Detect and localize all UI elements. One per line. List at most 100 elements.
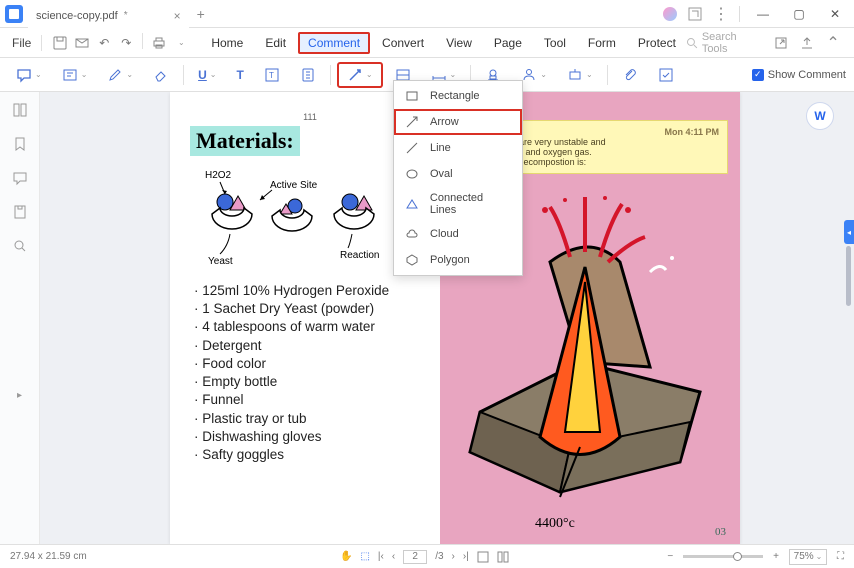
redo-icon[interactable]: ↷ <box>116 33 136 53</box>
eraser-tool[interactable] <box>145 64 177 86</box>
search-panel-icon[interactable] <box>10 236 30 256</box>
volcano-temp-label: 4400°c <box>535 516 575 532</box>
pencil-tool[interactable]: ⌄ <box>99 64 141 86</box>
page-number-br: 03 <box>715 526 726 538</box>
shapes-dropdown: Rectangle Arrow Line Oval Connected Line… <box>393 80 523 276</box>
close-window-button[interactable]: ✕ <box>822 1 848 27</box>
cloud-profile-icon[interactable] <box>663 7 677 21</box>
arrow-icon <box>404 114 420 130</box>
first-page-icon[interactable]: |‹ <box>378 551 384 562</box>
shape-line[interactable]: Line <box>394 135 522 161</box>
rail-expand-icon[interactable]: ▸ <box>17 390 22 401</box>
text-tool[interactable]: T <box>228 65 251 85</box>
search-tools[interactable]: Search Tools <box>686 31 765 55</box>
stamp-custom-tool[interactable]: ⌄ <box>559 64 601 86</box>
upload-icon[interactable] <box>798 34 816 52</box>
attachment-panel-icon[interactable] <box>10 202 30 222</box>
mail-icon[interactable] <box>72 33 92 53</box>
cloud-icon <box>404 226 420 242</box>
zoom-in-icon[interactable]: + <box>773 551 779 562</box>
scrollbar[interactable] <box>846 246 851 306</box>
menu-edit[interactable]: Edit <box>255 32 296 54</box>
line-icon <box>404 140 420 156</box>
menu-convert[interactable]: Convert <box>372 32 434 54</box>
last-page-icon[interactable]: ›| <box>463 551 469 562</box>
shape-connected-lines[interactable]: Connected Lines <box>394 187 522 221</box>
page-total: /3 <box>435 551 443 562</box>
reading-mode-icon[interactable] <box>497 551 509 563</box>
next-page-icon[interactable]: › <box>452 551 455 562</box>
fullscreen-icon[interactable]: ⛶ <box>837 551 844 562</box>
zoom-value[interactable]: 75%⌄ <box>789 549 827 565</box>
shape-rectangle[interactable]: Rectangle <box>394 83 522 109</box>
minimize-button[interactable]: — <box>750 1 776 27</box>
list-item: · Funnel <box>190 391 430 409</box>
select-tool-icon[interactable]: ⬚ <box>360 551 369 562</box>
thumbnails-icon[interactable] <box>10 100 30 120</box>
underline-tool[interactable]: U⌄ <box>190 65 224 85</box>
menu-comment[interactable]: Comment <box>298 32 370 54</box>
hide-tool[interactable] <box>650 64 682 86</box>
prev-page-icon[interactable]: ‹ <box>392 551 395 562</box>
kebab-menu-icon[interactable]: ⋮ <box>713 6 729 22</box>
fit-page-icon[interactable] <box>477 551 489 563</box>
app-icon <box>0 0 28 28</box>
save-icon[interactable] <box>50 33 70 53</box>
menubar: File ↶ ↷ ⌄ Home Edit Comment Convert Vie… <box>0 28 854 58</box>
close-tab-icon[interactable]: × <box>174 9 181 23</box>
page-title: Materials: <box>190 126 300 156</box>
undo-icon[interactable]: ↶ <box>94 33 114 53</box>
statusbar: 27.94 x 21.59 cm ✋ ⬚ |‹ ‹ 2 /3 › ›| − + … <box>0 544 854 568</box>
menu-page[interactable]: Page <box>484 32 532 54</box>
menu-form[interactable]: Form <box>578 32 626 54</box>
page-dimensions: 27.94 x 21.59 cm <box>10 551 87 562</box>
page-input[interactable]: 2 <box>403 550 427 564</box>
menu-protect[interactable]: Protect <box>628 32 686 54</box>
maximize-button[interactable]: ▢ <box>786 1 812 27</box>
shapes-tool[interactable]: ⌄ <box>337 62 383 88</box>
connected-lines-icon <box>404 196 420 212</box>
zoom-slider[interactable] <box>683 555 763 558</box>
list-item: · 4 tablespoons of warm water <box>190 318 430 336</box>
bookmark-icon[interactable] <box>10 134 30 154</box>
right-panel-expand[interactable]: ◂ <box>844 220 854 244</box>
new-tab-button[interactable]: + <box>197 6 205 22</box>
word-badge-icon[interactable]: W <box>806 102 834 130</box>
checkbox-icon: ✓ <box>752 69 764 81</box>
label-reaction: Reaction <box>340 250 379 261</box>
window-popout-icon[interactable] <box>687 6 703 22</box>
file-menu[interactable]: File <box>6 36 37 50</box>
titlebar: science-copy.pdf * × + ⋮ — ▢ ✕ <box>0 0 854 28</box>
attach-tool[interactable] <box>614 64 646 86</box>
text-box-tool[interactable]: ⌄ <box>54 64 96 86</box>
rectangle-icon <box>404 88 420 104</box>
expand-icon[interactable]: ⌃ <box>824 34 842 52</box>
zoom-out-icon[interactable]: − <box>667 551 673 562</box>
menu-view[interactable]: View <box>436 32 482 54</box>
document-tab[interactable]: science-copy.pdf * × <box>28 4 189 28</box>
hand-tool-icon[interactable]: ✋ <box>340 551 352 562</box>
menu-tool[interactable]: Tool <box>534 32 576 54</box>
search-placeholder: Search Tools <box>702 31 765 55</box>
list-item: · Plastic tray or tub <box>190 410 430 428</box>
print-dropdown-icon[interactable]: ⌄ <box>171 33 191 53</box>
bullet-list: · 125ml 10% Hydrogen Peroxide · 1 Sachet… <box>190 282 430 464</box>
note-tool[interactable]: ⌄ <box>8 64 50 86</box>
show-comment-toggle[interactable]: ✓ Show Comment <box>752 69 846 81</box>
print-icon[interactable] <box>149 33 169 53</box>
share-icon[interactable] <box>773 34 791 52</box>
menu-home[interactable]: Home <box>201 32 253 54</box>
tab-title: science-copy.pdf <box>36 10 118 22</box>
main-menu: Home Edit Comment Convert View Page Tool… <box>201 32 686 54</box>
shape-polygon[interactable]: Polygon <box>394 247 522 273</box>
shape-oval[interactable]: Oval <box>394 161 522 187</box>
list-item: · Empty bottle <box>190 373 430 391</box>
callout-tool[interactable] <box>292 64 324 86</box>
list-item: · Dishwashing gloves <box>190 428 430 446</box>
area-highlight-tool[interactable]: T <box>256 64 288 86</box>
shape-cloud[interactable]: Cloud <box>394 221 522 247</box>
list-item: · Food color <box>190 355 430 373</box>
comment-panel-icon[interactable] <box>10 168 30 188</box>
list-item: · Safty goggles <box>190 446 430 464</box>
shape-arrow[interactable]: Arrow <box>394 109 522 135</box>
